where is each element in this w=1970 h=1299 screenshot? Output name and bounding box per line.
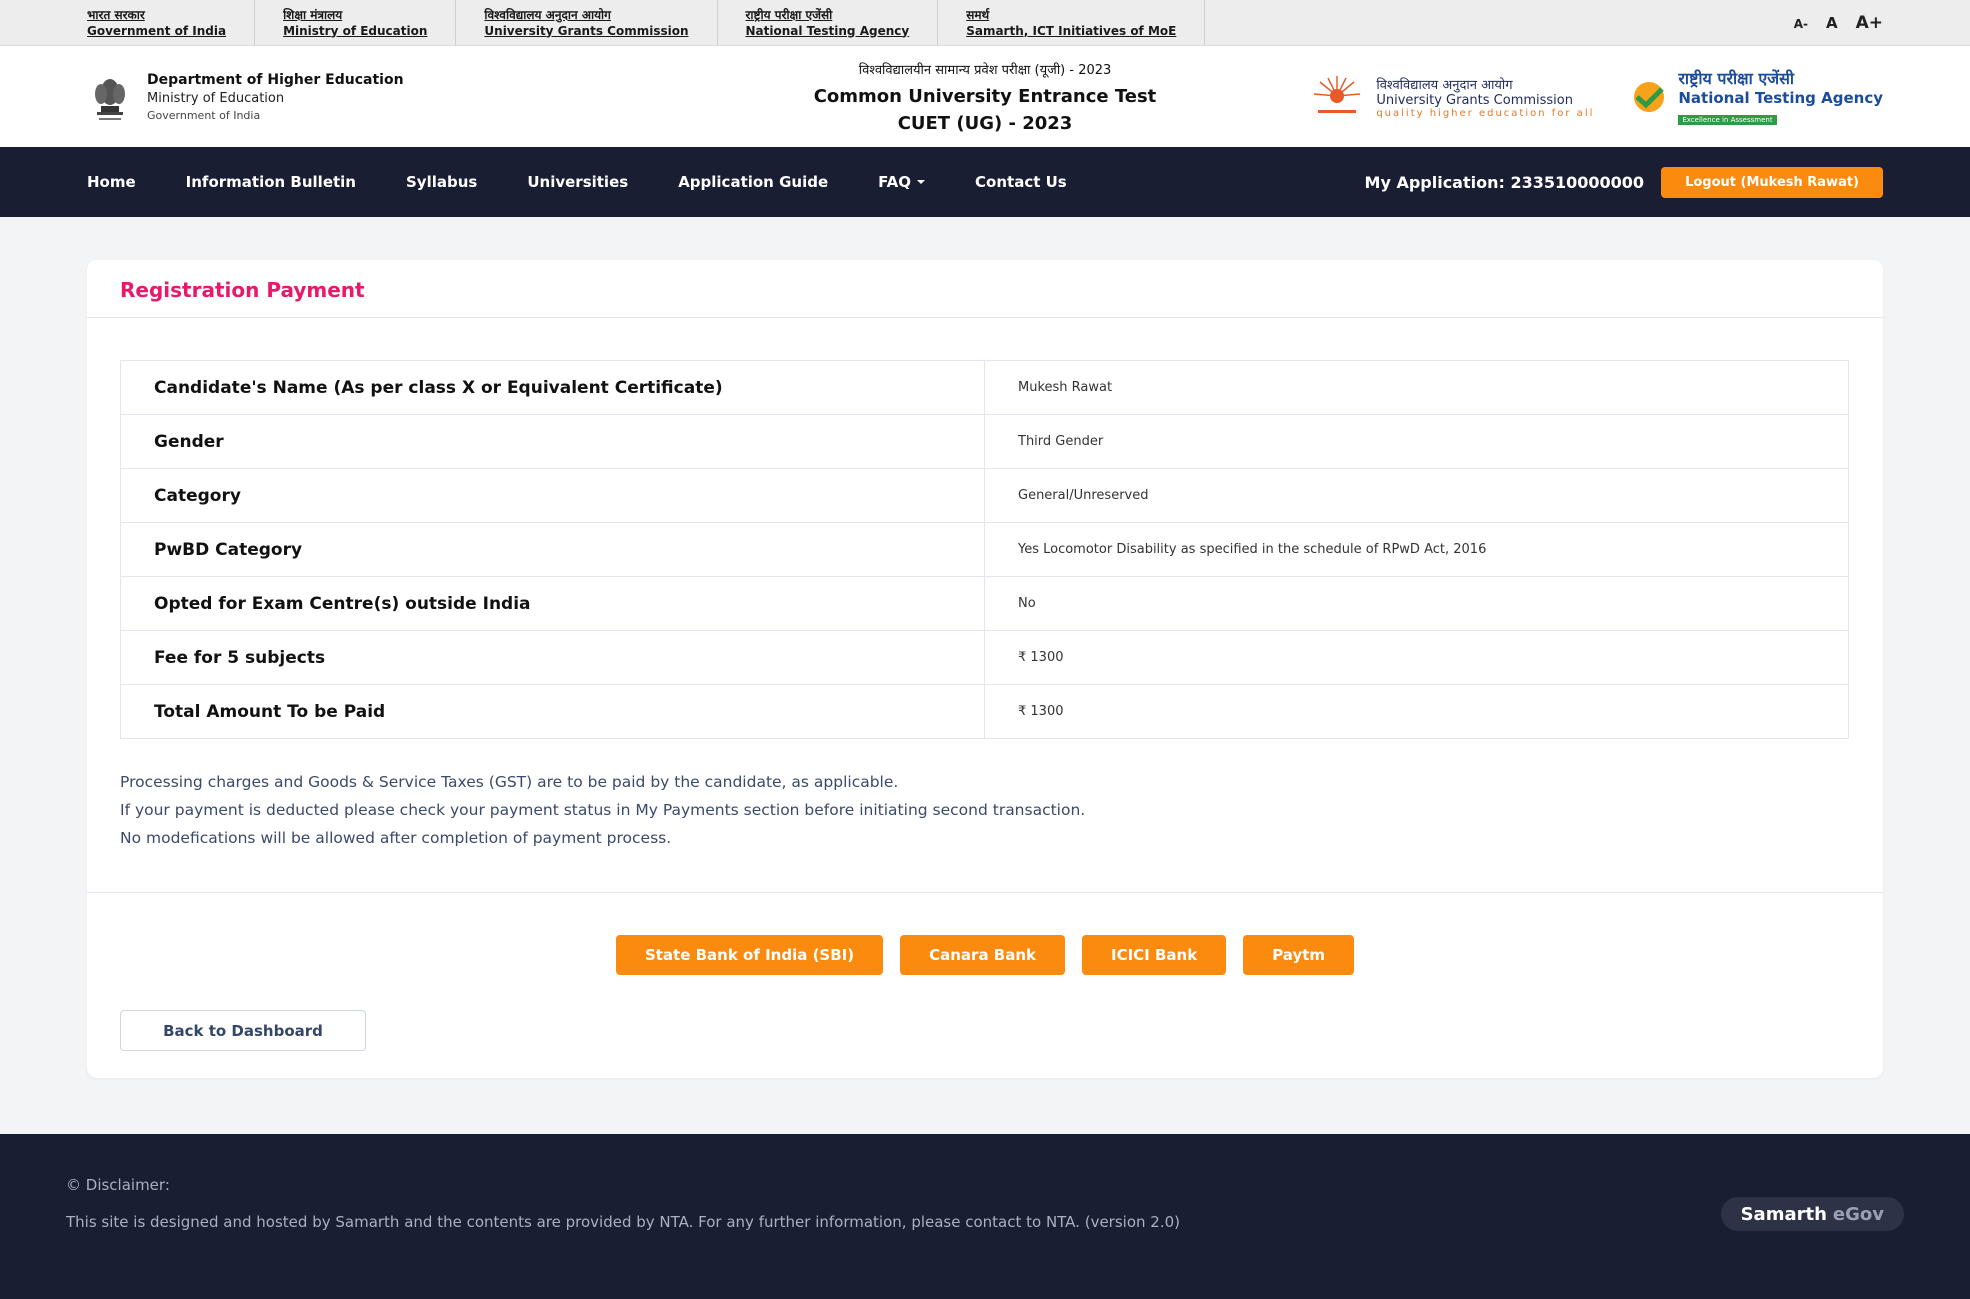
nav-faq-label: FAQ — [878, 173, 912, 191]
divider — [87, 892, 1883, 893]
pay-canara-button[interactable]: Canara Bank — [900, 935, 1065, 975]
gov-link-english: Samarth, ICT Initiatives of MoE — [966, 23, 1177, 38]
ugc-logo[interactable]: विश्वविद्यालय अनुदान आयोग University Gra… — [1308, 74, 1594, 120]
govt-emblem-icon — [95, 78, 125, 120]
samarth-egov-badge[interactable]: Samarth eGov — [1720, 1197, 1904, 1231]
badge-egov: eGov — [1832, 1203, 1884, 1225]
row-value: General/Unreserved — [984, 468, 1849, 523]
row-value: ₹ 1300 — [984, 684, 1849, 739]
government-name: Government of India — [147, 108, 261, 122]
candidate-details-table: Candidate's Name (As per class X or Equi… — [120, 360, 1849, 739]
pay-sbi-button[interactable]: State Bank of India (SBI) — [615, 935, 884, 975]
department-name: Department of Higher Education — [147, 71, 404, 88]
registration-payment-card: Registration Payment Candidate's Name (A… — [87, 260, 1883, 1078]
note-line: No modefications will be allowed after c… — [120, 829, 672, 847]
font-decrease-button[interactable]: A- — [1794, 17, 1808, 31]
department-branding: Department of Higher Education Ministry … — [87, 70, 507, 124]
payment-notes: Processing charges and Goods & Service T… — [120, 768, 1085, 852]
pay-paytm-button[interactable]: Paytm — [1243, 935, 1355, 975]
gov-link-govt-of-india[interactable]: भारत सरकार Government of India — [87, 0, 256, 45]
back-to-dashboard-button[interactable]: Back to Dashboard — [120, 1010, 366, 1051]
table-row: Total Amount To be Paid ₹ 1300 — [120, 684, 1849, 739]
nta-logo-icon — [1634, 81, 1665, 112]
ugc-hindi: विश्वविद्यालय अनुदान आयोग — [1376, 77, 1513, 93]
gov-link-english: University Grants Commission — [484, 23, 689, 38]
gov-link-english: Government of India — [87, 23, 227, 38]
table-row: Candidate's Name (As per class X or Equi… — [120, 360, 1849, 415]
font-increase-button[interactable]: A+ — [1856, 13, 1883, 33]
gov-link-hindi: राष्ट्रीय परीक्षा एजेंसी — [745, 7, 833, 22]
row-value: ₹ 1300 — [984, 630, 1849, 685]
ministry-name: Ministry of Education — [147, 90, 285, 106]
row-label: Fee for 5 subjects — [120, 630, 985, 685]
card-header: Registration Payment — [87, 260, 1883, 318]
font-normal-button[interactable]: A — [1826, 14, 1838, 32]
gov-link-hindi: विश्वविद्यालय अनुदान आयोग — [484, 7, 611, 22]
table-row: Category General/Unreserved — [120, 468, 1849, 523]
main-navbar: Home Information Bulletin Syllabus Unive… — [0, 147, 1970, 217]
partner-logos: विश्वविद्यालय अनुदान आयोग University Gra… — [1308, 67, 1883, 126]
row-label: Gender — [120, 414, 985, 469]
pay-icici-button[interactable]: ICICI Bank — [1082, 935, 1227, 975]
ugc-logo-icon — [1314, 75, 1361, 113]
nav-syllabus[interactable]: Syllabus — [406, 173, 477, 191]
gov-link-english: National Testing Agency — [745, 23, 910, 38]
disclaimer-title: © Disclaimer: — [66, 1176, 170, 1194]
row-value: Third Gender — [984, 414, 1849, 469]
row-value: No — [984, 576, 1849, 631]
ugc-tagline: quality higher education for all — [1376, 107, 1595, 119]
my-application-number: My Application: 233510000000 — [1364, 172, 1645, 192]
department-text: Department of Higher Education Ministry … — [147, 72, 404, 122]
nav-contact-us[interactable]: Contact Us — [975, 173, 1067, 191]
row-label: Category — [120, 468, 985, 523]
row-label: Opted for Exam Centre(s) outside India — [120, 576, 985, 631]
gov-link-hindi: भारत सरकार — [87, 7, 145, 22]
page-title: Registration Payment — [120, 278, 365, 302]
gov-links: भारत सरकार Government of India शिक्षा मं… — [87, 0, 1206, 45]
gov-link-english: Ministry of Education — [283, 23, 428, 38]
row-value: Yes Locomotor Disability as specified in… — [984, 522, 1849, 577]
nta-text: राष्ट्रीय परीक्षा एजेंसी National Testin… — [1678, 67, 1883, 126]
gov-link-nta[interactable]: राष्ट्रीय परीक्षा एजेंसी National Testin… — [718, 0, 939, 45]
chevron-down-icon — [917, 180, 926, 184]
nta-english: National Testing Agency — [1678, 89, 1883, 107]
row-label: PwBD Category — [120, 522, 985, 577]
table-row: Fee for 5 subjects ₹ 1300 — [120, 630, 1849, 685]
row-value: Mukesh Rawat — [984, 360, 1849, 415]
nav-application-guide[interactable]: Application Guide — [678, 173, 828, 191]
nta-hindi: राष्ट्रीय परीक्षा एजेंसी — [1678, 69, 1795, 88]
row-label: Candidate's Name (As per class X or Equi… — [120, 360, 985, 415]
nav-user-area: My Application: 233510000000 Logout (Muk… — [1364, 166, 1883, 198]
gov-link-hindi: शिक्षा मंत्रालय — [283, 7, 343, 22]
note-line: Processing charges and Goods & Service T… — [120, 773, 899, 791]
nav-faq-dropdown[interactable]: FAQ — [878, 173, 926, 191]
nav-universities[interactable]: Universities — [527, 173, 628, 191]
nav-home[interactable]: Home — [87, 173, 136, 191]
nta-logo[interactable]: राष्ट्रीय परीक्षा एजेंसी National Testin… — [1628, 67, 1883, 126]
table-row: PwBD Category Yes Locomotor Disability a… — [120, 522, 1849, 577]
table-row: Opted for Exam Centre(s) outside India N… — [120, 576, 1849, 631]
row-label: Total Amount To be Paid — [120, 684, 985, 739]
gov-link-samarth[interactable]: समर्थ Samarth, ICT Initiatives of MoE — [938, 0, 1206, 45]
gov-link-ugc[interactable]: विश्वविद्यालय अनुदान आयोग University Gra… — [456, 0, 718, 45]
note-line: If your payment is deducted please check… — [120, 801, 1086, 819]
ugc-text: विश्वविद्यालय अनुदान आयोग University Gra… — [1376, 75, 1594, 119]
gov-link-hindi: समर्थ — [966, 7, 990, 22]
font-size-controls: A- A A+ — [1794, 13, 1883, 33]
gov-strip: भारत सरकार Government of India शिक्षा मं… — [0, 0, 1970, 46]
disclaimer-text: This site is designed and hosted by Sama… — [66, 1213, 1180, 1231]
logout-button[interactable]: Logout (Mukesh Rawat) — [1661, 166, 1883, 198]
badge-samarth: Samarth — [1740, 1203, 1827, 1225]
payment-gateway-buttons: State Bank of India (SBI) Canara Bank IC… — [87, 935, 1883, 975]
nav-menu: Home Information Bulletin Syllabus Unive… — [87, 173, 1067, 191]
nta-tagline: Excellence in Assessment — [1678, 115, 1777, 125]
ugc-english: University Grants Commission — [1376, 92, 1573, 108]
site-footer: © Disclaimer: This site is designed and … — [0, 1134, 1970, 1299]
site-header: Department of Higher Education Ministry … — [0, 46, 1970, 147]
nav-information-bulletin[interactable]: Information Bulletin — [186, 173, 356, 191]
gov-link-ministry-of-education[interactable]: शिक्षा मंत्रालय Ministry of Education — [255, 0, 457, 45]
table-row: Gender Third Gender — [120, 414, 1849, 469]
